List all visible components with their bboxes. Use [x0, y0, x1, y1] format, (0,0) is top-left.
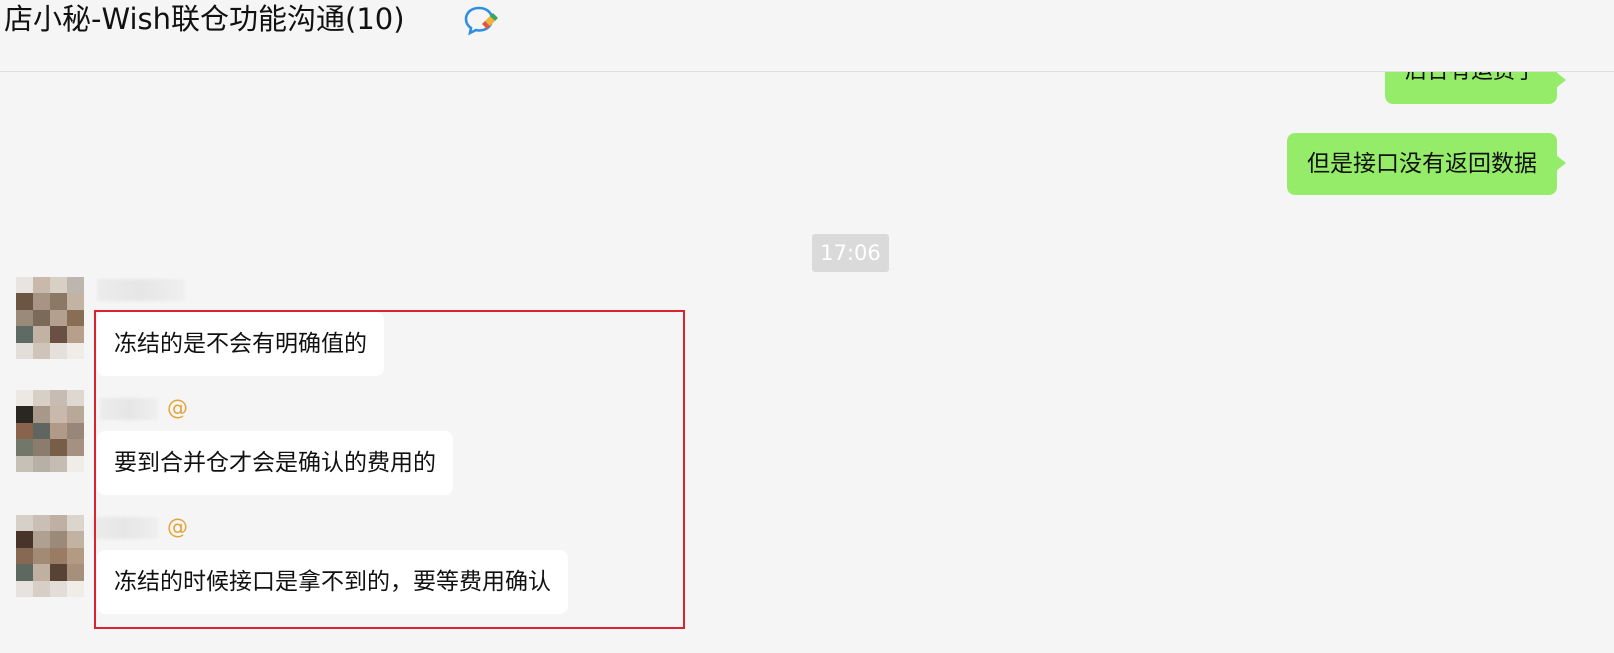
- message-timestamp: 17:06: [812, 234, 889, 272]
- avatar[interactable]: [16, 390, 84, 472]
- incoming-message[interactable]: 冻结的时候接口是拿不到的，要等费用确认: [97, 550, 568, 614]
- sender-name: [92, 517, 158, 539]
- outgoing-message[interactable]: 后台有运费了: [1384, 72, 1567, 104]
- mention-marker: @: [167, 515, 188, 539]
- avatar[interactable]: [16, 515, 84, 597]
- sender-name: [97, 279, 185, 301]
- chat-bubbles-icon[interactable]: [463, 2, 503, 38]
- avatar[interactable]: [16, 277, 84, 359]
- sender-name: [100, 398, 158, 420]
- message-text: 后台有运费了: [1405, 72, 1537, 84]
- message-text: 冻结的是不会有明确值的: [114, 331, 367, 357]
- mention-marker: @: [167, 396, 188, 420]
- incoming-message[interactable]: 要到合并仓才会是确认的费用的: [97, 431, 453, 495]
- message-text: 冻结的时候接口是拿不到的，要等费用确认: [114, 569, 551, 595]
- chat-header: 店小秘-Wish联仓功能沟通(10): [0, 0, 1614, 72]
- message-text: 但是接口没有返回数据: [1307, 151, 1537, 177]
- outgoing-message[interactable]: 但是接口没有返回数据: [1287, 133, 1566, 195]
- message-list[interactable]: 后台有运费了 但是接口没有返回数据 17:06 冻结的是不会有明确值的 @ 要到…: [0, 72, 1614, 653]
- chat-title[interactable]: 店小秘-Wish联仓功能沟通(10): [4, 0, 405, 38]
- message-text: 要到合并仓才会是确认的费用的: [114, 450, 436, 476]
- incoming-message[interactable]: 冻结的是不会有明确值的: [97, 312, 384, 376]
